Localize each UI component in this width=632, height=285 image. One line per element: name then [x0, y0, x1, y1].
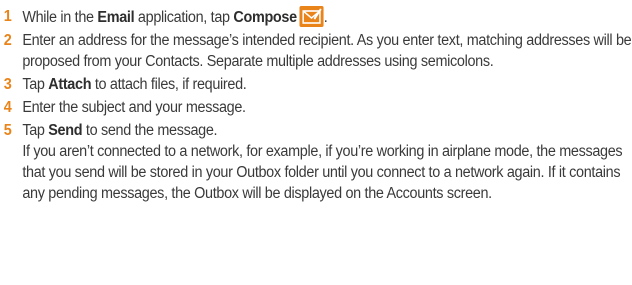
offline-note: If you aren’t connected to a network, fo… — [22, 143, 623, 202]
compose-email-icon — [299, 6, 324, 27]
step-text: Enter an address for the message’s inten… — [22, 32, 632, 70]
steps-list: 1 While in the Email application, tap Co… — [0, 6, 632, 204]
step-text: to send the message. — [82, 122, 218, 139]
email-app-name: Email — [97, 9, 135, 26]
step-text: Enter the subject and your message. — [22, 99, 246, 116]
step-number: 2 — [3, 32, 12, 49]
step-1: 1 While in the Email application, tap Co… — [0, 6, 631, 28]
step-text: Tap — [22, 122, 49, 139]
attach-label: Attach — [48, 76, 92, 93]
send-label: Send — [48, 122, 83, 139]
step-3: 3 Tap Attach to attach files, if require… — [0, 74, 631, 95]
step-number: 1 — [3, 8, 12, 25]
step-text: application, tap — [134, 9, 234, 26]
step-5: 5 Tap Send to send the message. If you a… — [0, 120, 631, 204]
step-2: 2 Enter an address for the message’s int… — [0, 30, 632, 72]
step-text: Tap — [22, 76, 49, 93]
step-number: 3 — [3, 76, 12, 93]
compose-label: Compose — [233, 9, 297, 26]
step-4: 4 Enter the subject and your message. — [0, 97, 631, 118]
step-text: While in the — [22, 9, 98, 26]
step-number: 4 — [3, 99, 12, 116]
step-number: 5 — [3, 122, 12, 139]
step-text: . — [323, 9, 328, 26]
step-text: to attach files, if required. — [91, 76, 247, 93]
